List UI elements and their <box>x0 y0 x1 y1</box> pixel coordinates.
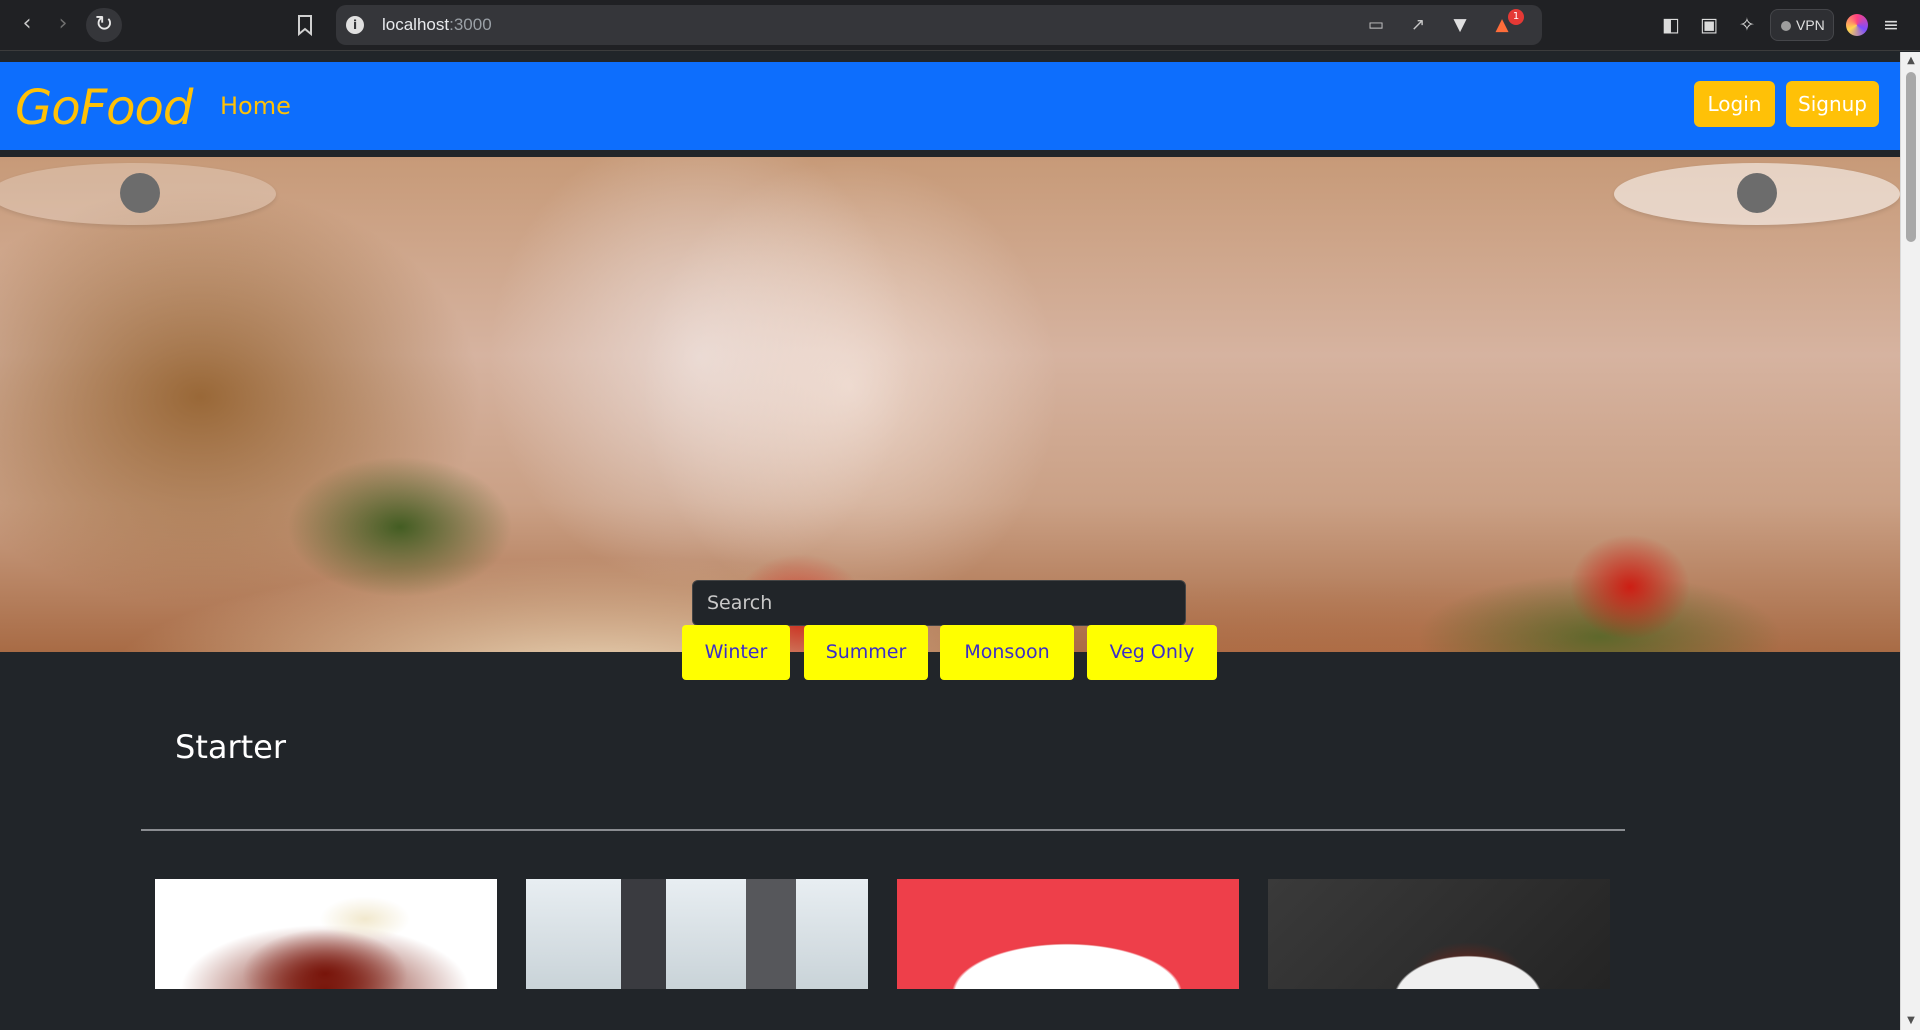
url-port: :3000 <box>449 15 492 34</box>
notification-badge: 1 <box>1508 9 1524 25</box>
address-bar[interactable]: i localhost:3000 ▭ ↗ ▼ ▲ 1 <box>336 5 1542 45</box>
leo-ai-icon[interactable]: ✧ <box>1734 12 1760 38</box>
scroll-up-icon[interactable]: ▲ <box>1901 52 1920 70</box>
share-icon[interactable]: ↗ <box>1406 14 1430 36</box>
filter-veg-only-button[interactable]: Veg Only <box>1087 625 1217 680</box>
signup-button[interactable]: Signup <box>1786 81 1879 127</box>
nav-link-home[interactable]: Home <box>220 92 291 120</box>
hero-carousel <box>0 157 1900 652</box>
scroll-down-icon[interactable]: ▼ <box>1901 1012 1920 1030</box>
sidebar-icon[interactable]: ◧ <box>1658 12 1684 38</box>
filter-bar: Winter Summer Monsoon Veg Only <box>0 625 1900 681</box>
carousel-prev-button[interactable] <box>0 163 276 225</box>
login-button[interactable]: Login <box>1694 81 1775 127</box>
wallet-icon[interactable]: ▣ <box>1696 12 1722 38</box>
brave-shield-icon[interactable]: ▼ <box>1448 14 1472 36</box>
carousel-next-button[interactable] <box>1614 163 1900 225</box>
food-card-image[interactable] <box>1268 879 1610 989</box>
filter-winter-button[interactable]: Winter <box>682 625 790 680</box>
profile-avatar[interactable] <box>1846 14 1868 36</box>
carousel-prev-icon <box>120 173 160 213</box>
scrollbar-thumb[interactable] <box>1906 72 1916 242</box>
reload-icon[interactable]: ↻ <box>86 8 122 42</box>
vpn-status-icon <box>1781 21 1791 31</box>
cast-icon[interactable]: ▭ <box>1364 14 1388 36</box>
hero-image-steam <box>640 157 1060 617</box>
url-text[interactable]: localhost:3000 <box>382 15 492 35</box>
bookmark-icon[interactable] <box>294 12 316 38</box>
filter-summer-button[interactable]: Summer <box>804 625 928 680</box>
hamburger-menu-icon[interactable]: ≡ <box>1878 12 1904 38</box>
vpn-button[interactable]: VPN <box>1770 9 1834 41</box>
navbar: GoFood Home Login Signup <box>0 62 1900 150</box>
food-card-image[interactable] <box>897 879 1239 989</box>
vpn-label: VPN <box>1796 17 1825 33</box>
forward-arrow-icon[interactable]: › <box>50 12 76 38</box>
food-card-image[interactable] <box>526 879 868 989</box>
page-scrollbar[interactable]: ▲ ▼ <box>1900 52 1920 1030</box>
filter-monsoon-button[interactable]: Monsoon <box>940 625 1074 680</box>
info-icon[interactable]: i <box>346 16 364 34</box>
back-arrow-icon[interactable]: ‹ <box>14 12 40 38</box>
category-divider <box>141 829 1625 831</box>
url-host: localhost <box>382 15 450 34</box>
brand-logo[interactable]: GoFood <box>15 80 193 136</box>
carousel-next-icon <box>1737 173 1777 213</box>
browser-toolbar: ‹ › ↻ i localhost:3000 ▭ ↗ ▼ ▲ 1 ◧ ▣ ✧ V… <box>0 0 1920 51</box>
search-input[interactable] <box>692 580 1186 626</box>
category-title: Starter <box>175 728 287 766</box>
food-card-image[interactable] <box>155 879 497 989</box>
